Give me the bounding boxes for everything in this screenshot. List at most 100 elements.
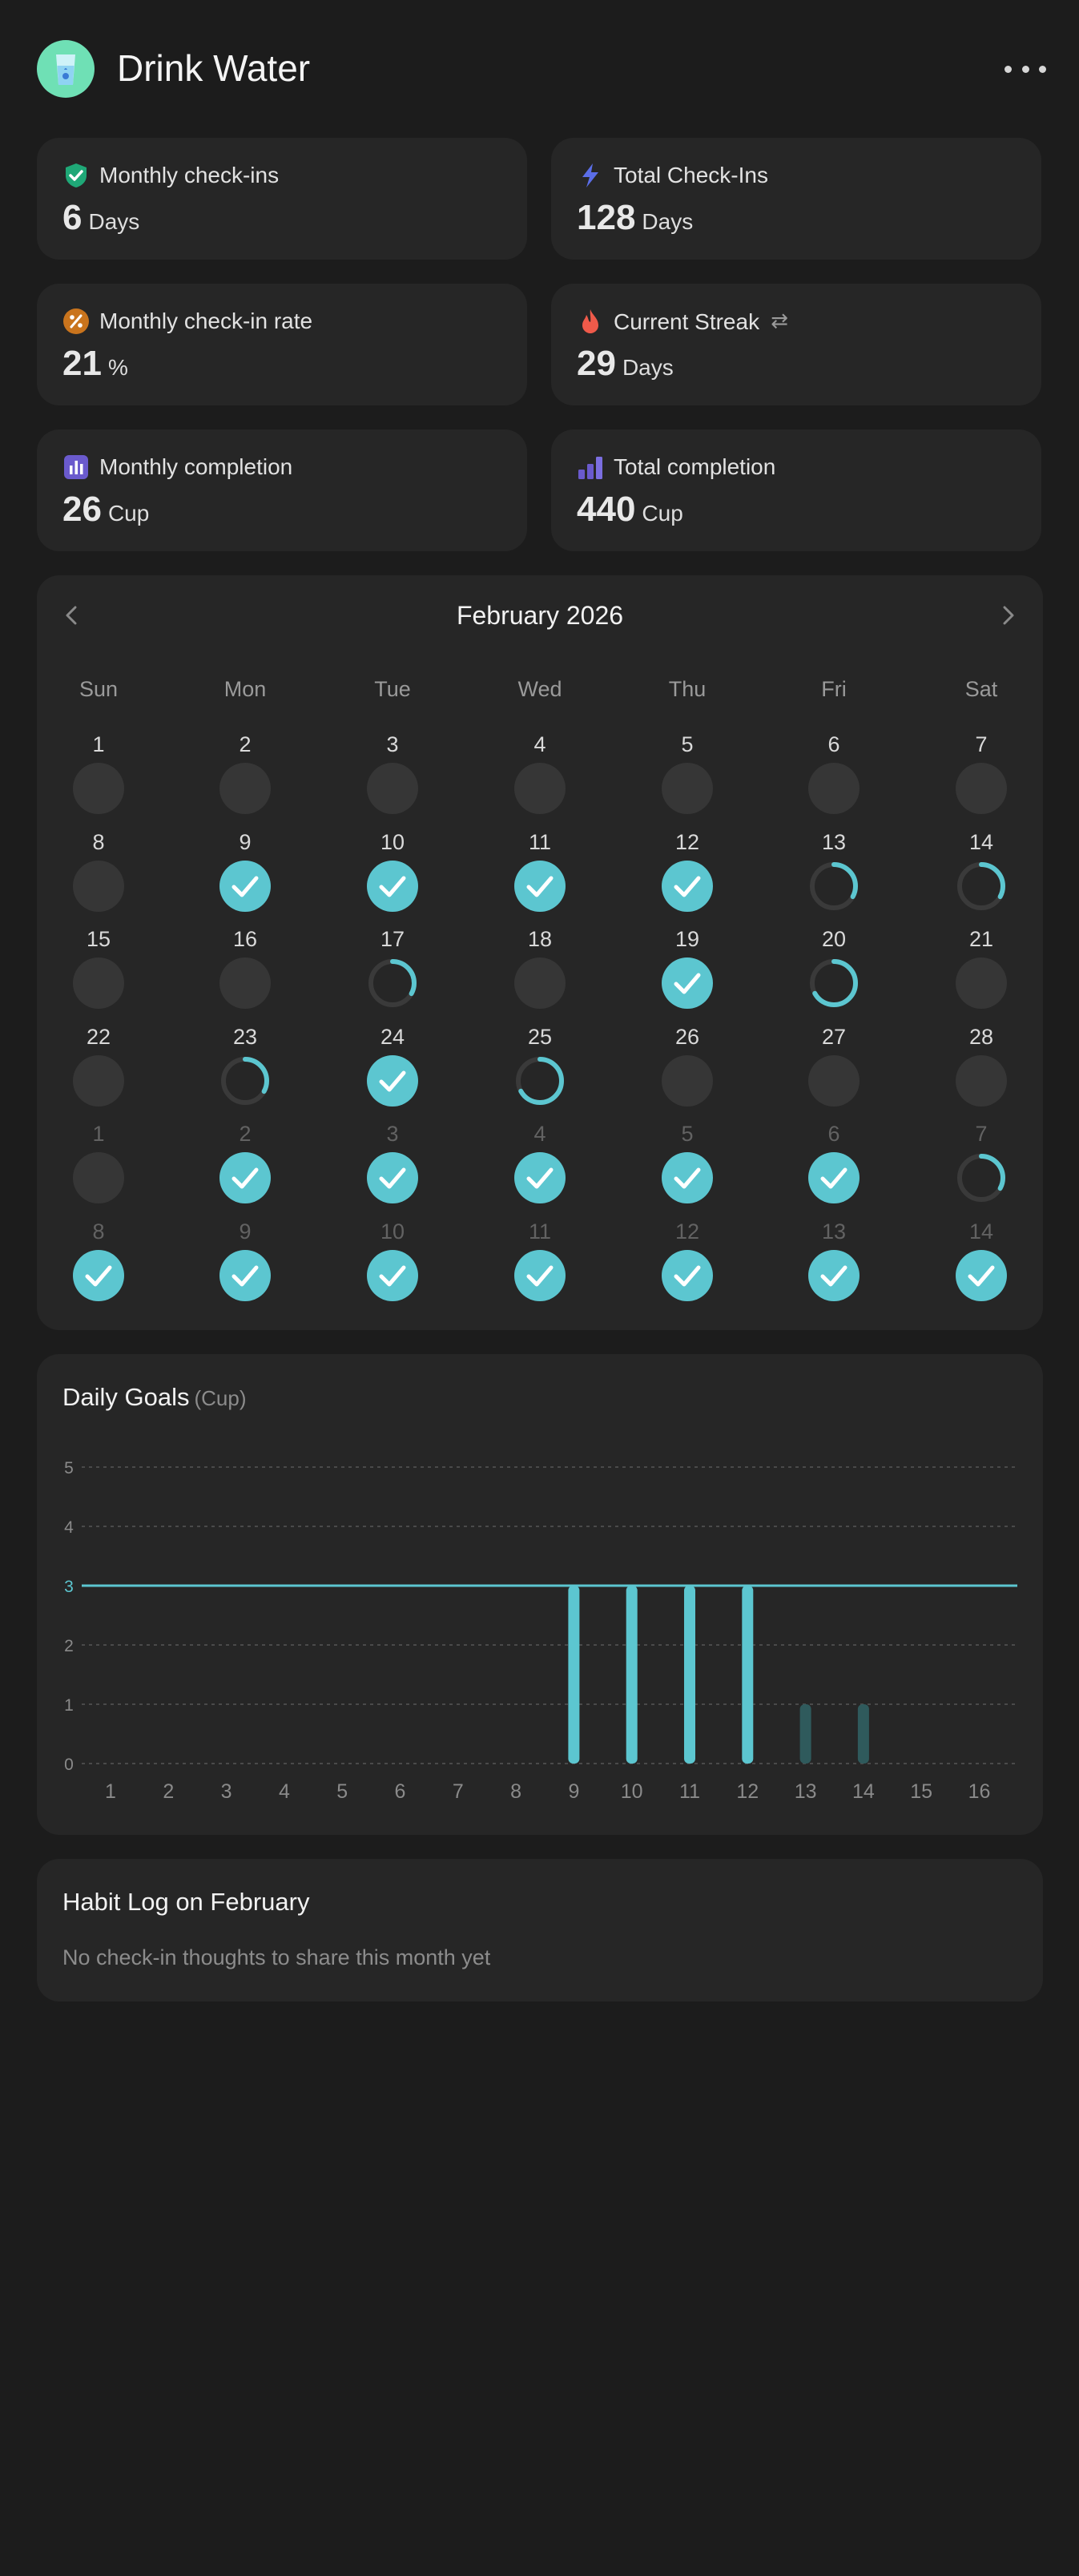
daily-goals-card: Daily Goals (Cup) 0 1 2 3 4 5 1 2 3 4 5 6 7 8 9 10 11 12 13… [37, 1354, 1043, 1835]
day-number: 25 [527, 1024, 553, 1049]
day-number: 6 [827, 1122, 840, 1147]
bar-chart-icon [64, 455, 88, 479]
day-completed-check-icon[interactable] [219, 1249, 272, 1302]
day-empty-circle[interactable] [513, 957, 566, 1010]
day-number: 20 [821, 927, 847, 952]
day-empty-circle[interactable] [807, 762, 860, 815]
stat-unit: Cup [107, 501, 150, 526]
day-completed-check-icon[interactable] [807, 1249, 860, 1302]
flame-icon [582, 309, 598, 333]
stat-label: Current Streak ⇄ [614, 308, 788, 335]
day-number: 15 [86, 927, 111, 952]
day-empty-circle[interactable] [807, 1054, 860, 1107]
day-completed-check-icon[interactable] [219, 1151, 272, 1204]
stat-value: 6 [62, 198, 83, 237]
stat-total-completion: Total completion 440 Cup [551, 429, 1041, 551]
day-number: 19 [674, 927, 700, 952]
day-progress-ring[interactable] [955, 1151, 1008, 1204]
day-progress-ring[interactable] [366, 957, 419, 1010]
day-empty-circle[interactable] [955, 762, 1008, 815]
day-number: 27 [821, 1024, 847, 1049]
day-number: 12 [674, 1219, 700, 1244]
more-options-icon[interactable] [1005, 50, 1046, 88]
day-empty-circle[interactable] [661, 762, 714, 815]
app-header: Drink Water [0, 0, 1079, 140]
day-empty-circle[interactable] [219, 762, 272, 815]
stat-label-text: Current Streak [614, 309, 760, 334]
goal-bar[interactable] [857, 1704, 869, 1764]
daily-goals-chart: 0123451 2 3 4 5 6 7 8 9 10 11 12 13 14 15 16 [64, 1459, 1017, 1803]
day-progress-ring[interactable] [807, 860, 860, 913]
day-empty-circle[interactable] [72, 957, 125, 1010]
day-empty-circle[interactable] [72, 762, 125, 815]
day-completed-check-icon[interactable] [513, 860, 566, 913]
day-number: 4 [533, 1122, 546, 1147]
day-completed-check-icon[interactable] [366, 1249, 419, 1302]
day-completed-check-icon[interactable] [513, 1151, 566, 1204]
stat-monthly-check-ins: Monthly check-ins 6 Days [37, 138, 527, 260]
goal-bar[interactable] [568, 1586, 580, 1764]
day-number: 22 [86, 1024, 111, 1049]
x-tick-label: 12 [736, 1780, 759, 1803]
day-completed-check-icon[interactable] [72, 1249, 125, 1302]
swap-icon[interactable]: ⇄ [771, 308, 788, 333]
day-empty-circle[interactable] [219, 957, 272, 1010]
day-empty-circle[interactable] [661, 1054, 714, 1107]
day-completed-check-icon[interactable] [661, 1151, 714, 1204]
day-completed-check-icon[interactable] [807, 1151, 860, 1204]
day-number: 5 [681, 732, 694, 756]
day-completed-check-icon[interactable] [661, 860, 714, 913]
x-tick-label: 14 [852, 1780, 875, 1803]
stat-unit: Days [88, 209, 140, 234]
check-shield-icon [66, 163, 87, 187]
weekday-label: Mon [223, 677, 267, 701]
stat-unit: % [107, 355, 128, 380]
day-completed-check-icon[interactable] [661, 957, 714, 1010]
day-empty-circle[interactable] [955, 957, 1008, 1010]
day-number: 7 [975, 732, 988, 756]
habit-log-card: Habit Log on February No check-in though… [37, 1859, 1043, 2002]
day-number: 14 [968, 829, 994, 854]
day-empty-circle[interactable] [955, 1054, 1008, 1107]
day-number: 24 [380, 1024, 405, 1049]
x-tick-label: 6 [395, 1780, 406, 1803]
next-month-icon[interactable] [988, 596, 1027, 635]
day-progress-ring[interactable] [219, 1054, 272, 1107]
stat-label: Monthly check-ins [99, 163, 280, 187]
day-number: 13 [821, 1219, 847, 1244]
day-progress-ring[interactable] [513, 1054, 566, 1107]
day-empty-circle[interactable] [513, 762, 566, 815]
day-progress-ring[interactable] [955, 860, 1008, 913]
weekday-label: Sat [964, 677, 998, 701]
day-number: 10 [380, 1219, 405, 1244]
day-completed-check-icon[interactable] [513, 1249, 566, 1302]
app-title: Drink Water [117, 47, 311, 89]
day-completed-check-icon[interactable] [219, 860, 272, 913]
day-progress-ring[interactable] [807, 957, 860, 1010]
day-number: 1 [92, 1122, 105, 1147]
goal-bar[interactable] [684, 1586, 695, 1764]
day-completed-check-icon[interactable] [366, 1151, 419, 1204]
day-completed-check-icon[interactable] [366, 1054, 419, 1107]
day-empty-circle[interactable] [72, 1151, 125, 1204]
x-tick-label: 3 [221, 1780, 232, 1803]
day-number: 12 [674, 829, 700, 854]
day-completed-check-icon[interactable] [661, 1249, 714, 1302]
day-empty-circle[interactable] [72, 860, 125, 913]
stat-label: Monthly completion [99, 454, 293, 479]
x-tick-label: 7 [453, 1780, 464, 1803]
goal-bar[interactable] [799, 1704, 811, 1764]
goal-bar[interactable] [626, 1586, 638, 1764]
day-empty-circle[interactable] [72, 1054, 125, 1107]
day-completed-check-icon[interactable] [366, 860, 419, 913]
day-completed-check-icon[interactable] [955, 1249, 1008, 1302]
day-number: 18 [527, 927, 553, 952]
x-tick-label: 4 [279, 1780, 290, 1803]
day-number: 8 [92, 829, 105, 854]
day-empty-circle[interactable] [366, 762, 419, 815]
goal-bar[interactable] [742, 1586, 754, 1764]
day-number: 10 [380, 829, 405, 854]
stat-value: 29 [577, 344, 616, 383]
day-number: 16 [232, 927, 258, 952]
weekday-label: Wed [517, 677, 562, 701]
